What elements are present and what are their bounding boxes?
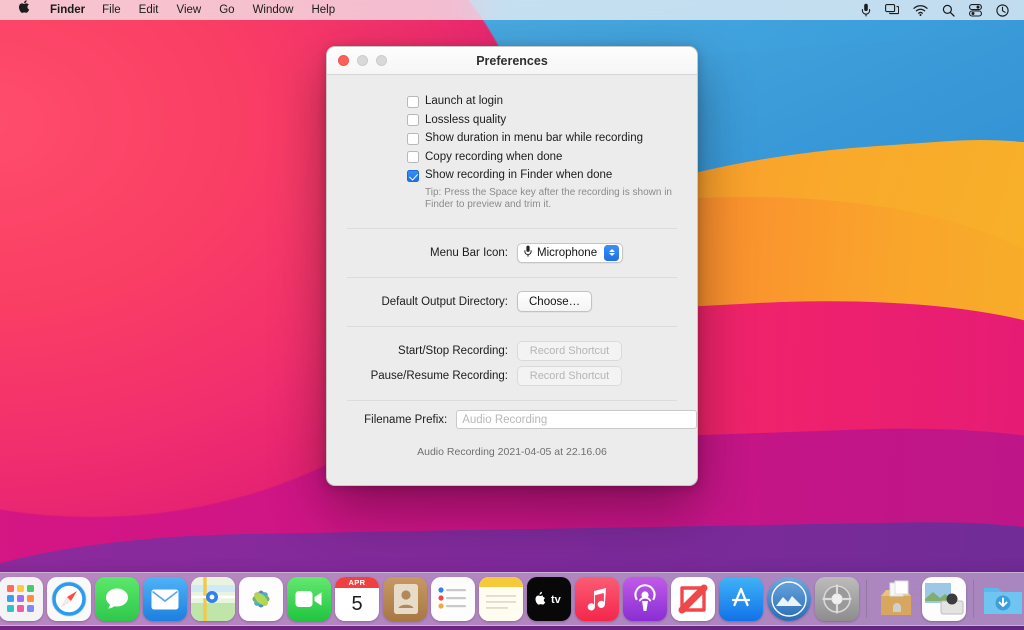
dock-item-facetime[interactable] xyxy=(287,577,331,621)
dock-item-contacts[interactable] xyxy=(383,577,427,621)
dock-item-maps[interactable] xyxy=(191,577,235,621)
window-titlebar[interactable]: Preferences xyxy=(327,47,697,75)
output-directory-row: Default Output Directory: Choose… xyxy=(327,278,697,326)
menu-item-help[interactable]: Help xyxy=(302,0,344,20)
menu-bar-status-items xyxy=(854,3,1024,17)
checkbox-row-show-in-finder[interactable]: Show recording in Finder when done xyxy=(407,168,697,182)
preferences-body: Launch at login Lossless quality Show du… xyxy=(327,75,697,458)
chevron-up-down-icon xyxy=(604,244,620,261)
screen-mirroring-icon[interactable] xyxy=(878,4,906,16)
checkbox-show-duration[interactable] xyxy=(407,132,419,145)
minimize-button[interactable] xyxy=(357,55,368,66)
zoom-button[interactable] xyxy=(376,55,387,66)
dock-item-system-preferences[interactable] xyxy=(815,577,859,621)
microphone-icon xyxy=(524,245,532,260)
microphone-icon[interactable] xyxy=(854,3,878,17)
dock-item-tv[interactable]: tv xyxy=(527,577,571,621)
menu-bar-icon-popup-button[interactable]: Microphone xyxy=(517,242,624,263)
control-center-icon[interactable] xyxy=(962,3,989,17)
checkbox-label: Lossless quality xyxy=(425,113,507,126)
dock-item-photos[interactable] xyxy=(239,577,283,621)
menu-bar-icon-label: Menu Bar Icon: xyxy=(430,246,508,259)
checkbox-show-in-finder[interactable] xyxy=(407,169,419,182)
dock-item-image-capture[interactable] xyxy=(922,577,966,621)
calendar-day: 5 xyxy=(351,593,363,615)
menu-bar-icon-value: Microphone xyxy=(537,246,598,259)
dock-item-app-store[interactable] xyxy=(719,577,763,621)
menu-item-window[interactable]: Window xyxy=(244,0,303,20)
dock-divider-2 xyxy=(973,580,974,618)
checkbox-row-lossless-quality[interactable]: Lossless quality xyxy=(407,113,697,127)
menu-bar-left: Finder File Edit View Go Window Help xyxy=(0,0,344,21)
menu-item-go[interactable]: Go xyxy=(210,0,243,20)
close-button[interactable] xyxy=(338,55,349,66)
dock-item-podcasts[interactable] xyxy=(623,577,667,621)
menu-item-view[interactable]: View xyxy=(168,0,211,20)
start-stop-shortcut-recorder[interactable]: Record Shortcut xyxy=(517,341,622,361)
calendar-month: APR xyxy=(335,577,379,588)
dock-item-news[interactable] xyxy=(671,577,715,621)
menu-item-file[interactable]: File xyxy=(93,0,130,20)
checkbox-label: Show duration in menu bar while recordin… xyxy=(425,132,643,144)
checkbox-row-show-duration[interactable]: Show duration in menu bar while recordin… xyxy=(407,131,697,145)
wifi-icon[interactable] xyxy=(906,4,935,16)
dock-item-reminders[interactable] xyxy=(431,577,475,621)
siri-icon[interactable] xyxy=(989,3,1016,17)
pause-resume-shortcut-recorder[interactable]: Record Shortcut xyxy=(517,366,622,386)
menu-item-finder[interactable]: Finder xyxy=(42,0,93,20)
apple-logo-icon[interactable] xyxy=(9,0,42,21)
checkbox-row-launch-at-login[interactable]: Launch at login xyxy=(407,94,697,108)
choose-directory-button[interactable]: Choose… xyxy=(517,291,593,312)
filename-prefix-label: Filename Prefix: xyxy=(364,413,448,426)
dock-item-mail[interactable] xyxy=(143,577,187,621)
dock-item-xcode[interactable] xyxy=(767,577,811,621)
checkbox-label: Show recording in Finder when done xyxy=(425,169,613,181)
output-directory-label: Default Output Directory: xyxy=(381,295,508,308)
spotlight-search-icon[interactable] xyxy=(935,4,962,17)
menu-bar-icon-row: Menu Bar Icon: Microphone xyxy=(327,229,697,277)
start-stop-shortcut-row: Start/Stop Recording: Record Shortcut xyxy=(327,339,697,364)
menu-item-edit[interactable]: Edit xyxy=(130,0,168,20)
desktop-screen: Finder File Edit View Go Window Help Pre… xyxy=(0,0,1024,630)
svg-text:tv: tv xyxy=(551,594,562,606)
checkbox-launch-at-login[interactable] xyxy=(407,95,419,108)
checkbox-copy-recording[interactable] xyxy=(407,151,419,163)
checkbox-row-copy-recording[interactable]: Copy recording when done xyxy=(407,150,697,164)
dock-item-messages[interactable] xyxy=(95,577,139,621)
preferences-window: Preferences Launch at login Lossless qua… xyxy=(326,46,698,486)
filename-prefix-input[interactable]: Audio Recording xyxy=(456,410,697,429)
checkbox-label: Launch at login xyxy=(425,95,504,107)
pause-resume-shortcut-row: Pause/Resume Recording: Record Shortcut xyxy=(327,364,697,389)
checkbox-group: Launch at login Lossless quality Show du… xyxy=(327,75,697,212)
filename-preview-text: Audio Recording 2021-04-05 at 22.16.06 xyxy=(417,445,607,458)
dock-item-calendar[interactable]: APR 5 xyxy=(335,577,379,621)
start-stop-shortcut-label: Start/Stop Recording: xyxy=(398,345,508,357)
dock-item-music[interactable] xyxy=(575,577,619,621)
menu-bar: Finder File Edit View Go Window Help xyxy=(0,0,1024,20)
traffic-lights xyxy=(327,55,387,66)
tip-text: Tip: Press the Space key after the recor… xyxy=(425,186,672,211)
dock-item-notes[interactable] xyxy=(479,577,523,621)
pause-resume-shortcut-label: Pause/Resume Recording: xyxy=(370,370,508,382)
dock-item-safari[interactable] xyxy=(47,577,91,621)
checkbox-lossless-quality[interactable] xyxy=(407,114,419,126)
dock-divider-1 xyxy=(866,580,867,618)
checkbox-label: Copy recording when done xyxy=(425,150,563,163)
dock-item-launchpad[interactable] xyxy=(0,577,43,621)
dock-item-downloads-folder[interactable] xyxy=(981,577,1024,621)
dock-item-unarchiver[interactable] xyxy=(874,577,918,621)
filename-prefix-row: Filename Prefix: Audio Recording xyxy=(327,401,697,439)
dock: APR 5 tv xyxy=(0,572,1024,626)
